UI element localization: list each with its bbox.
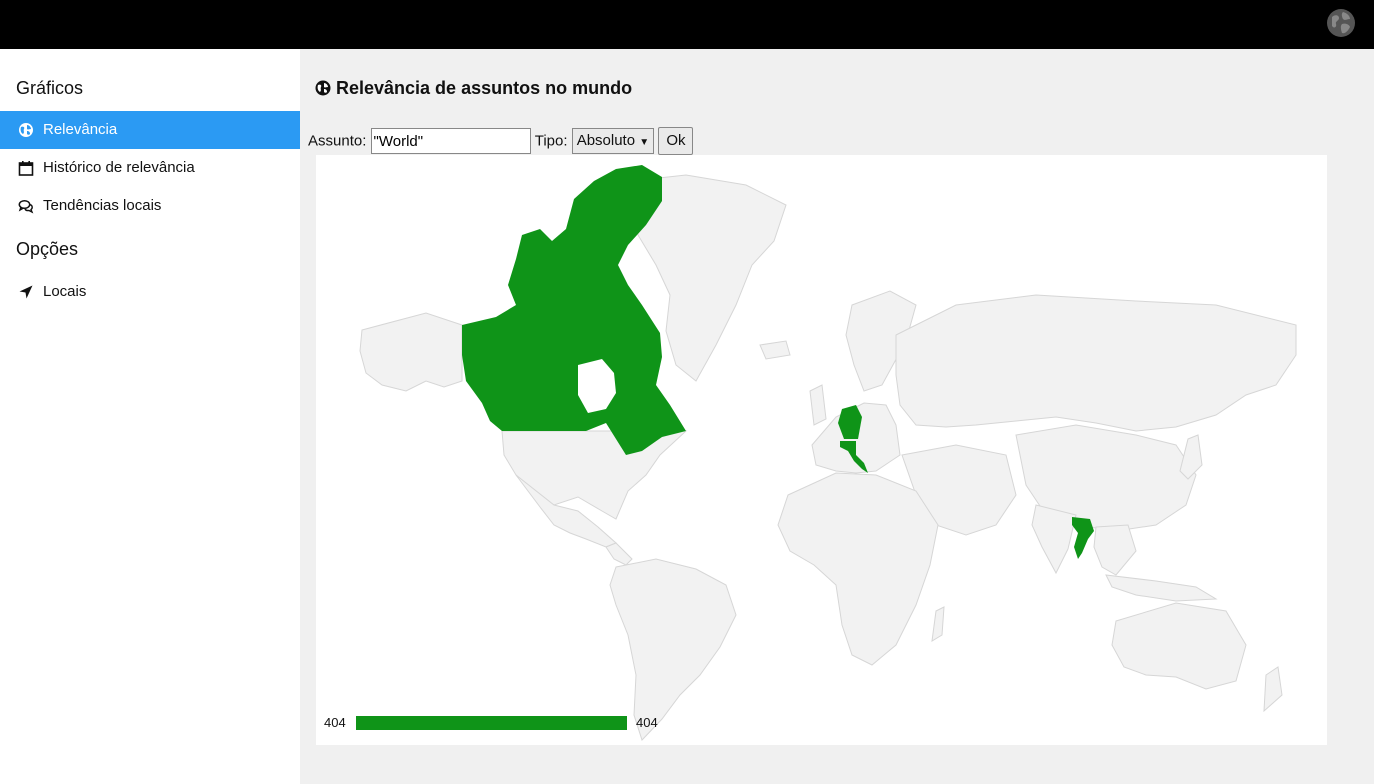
country-australia <box>1111 602 1247 690</box>
legend-min-value: 404 <box>324 715 346 730</box>
type-select[interactable]: Absoluto ▼ <box>571 128 655 154</box>
main-content: Relevância de assuntos no mundo Assunto:… <box>300 49 1374 784</box>
country-usa <box>501 430 688 520</box>
globe-icon <box>19 123 33 137</box>
legend-color-bar <box>356 716 627 730</box>
country-canada <box>462 165 686 455</box>
ok-button[interactable]: Ok <box>658 127 694 155</box>
top-bar <box>0 0 1374 49</box>
sidebar-item-relevance[interactable]: Relevância <box>0 111 300 149</box>
country-indonesia <box>1105 574 1218 602</box>
subject-input[interactable] <box>370 128 531 154</box>
country-russia <box>895 294 1297 432</box>
country-uk <box>809 384 827 426</box>
world-map <box>359 165 1297 741</box>
page-title: Relevância de assuntos no mundo <box>315 76 632 100</box>
section-title-graphs: Gráficos <box>16 78 84 98</box>
country-india <box>1031 504 1077 575</box>
sidebar-item-label: Tendências locais <box>43 197 162 214</box>
country-thailand <box>1072 517 1094 559</box>
country-madagascar <box>931 606 945 642</box>
type-label: Tipo: <box>534 132 568 150</box>
country-africa <box>777 472 939 666</box>
sidebar-item-locals[interactable]: Locais <box>0 273 300 311</box>
query-form: Assunto: Tipo: Absoluto ▼ Ok <box>308 127 694 155</box>
subject-label: Assunto: <box>308 132 367 150</box>
country-south-america <box>609 558 737 741</box>
world-map-panel: 404 404 <box>316 155 1327 745</box>
sidebar: Gráficos Relevância Histórico de relevân… <box>0 49 300 784</box>
country-alaska <box>359 312 463 392</box>
country-iceland <box>759 340 791 360</box>
chevron-down-icon: ▼ <box>639 137 650 148</box>
page-title-text: Relevância de assuntos no mundo <box>336 78 633 98</box>
country-central-america <box>605 542 633 566</box>
sidebar-item-label: Locais <box>43 283 87 300</box>
legend-max-value: 404 <box>636 715 658 730</box>
base-countries <box>359 174 1297 741</box>
location-arrow-icon <box>19 285 33 299</box>
calendar-icon <box>18 161 34 176</box>
comments-icon <box>18 199 34 214</box>
country-japan <box>1179 434 1203 480</box>
globe-icon[interactable] <box>1326 8 1356 38</box>
country-new-zealand <box>1263 666 1283 713</box>
globe-icon <box>315 80 331 96</box>
section-title-options: Opções <box>16 239 79 259</box>
sidebar-item-relevance-history[interactable]: Histórico de relevância <box>0 149 300 187</box>
type-selected-value: Absoluto <box>576 132 636 149</box>
country-southeast-asia <box>1093 524 1137 576</box>
sidebar-item-label: Relevância <box>43 121 118 138</box>
sidebar-item-local-trends[interactable]: Tendências locais <box>0 187 300 225</box>
sidebar-item-label: Histórico de relevância <box>43 159 195 176</box>
